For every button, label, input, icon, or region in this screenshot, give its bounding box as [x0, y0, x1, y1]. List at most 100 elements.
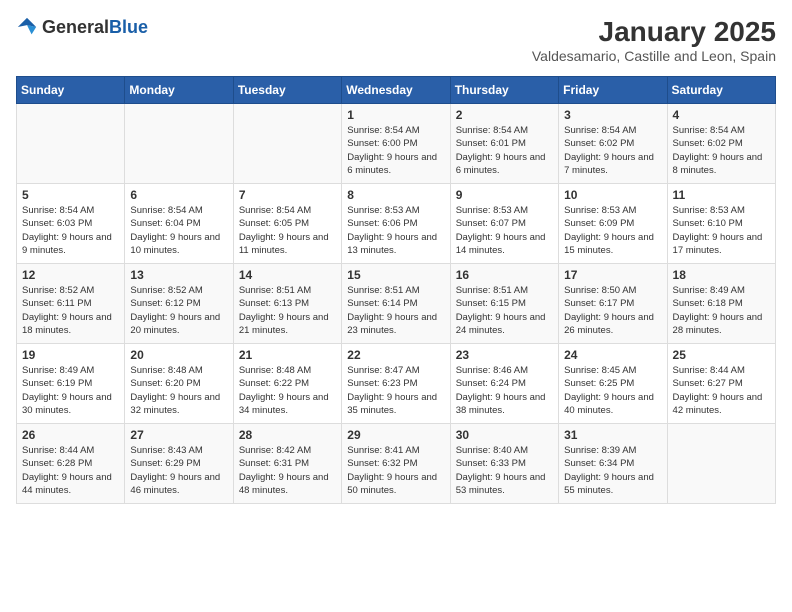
calendar-container: GeneralBlue January 2025 Valdesamario, C… [16, 16, 776, 504]
day-number: 3 [564, 108, 661, 122]
calendar-cell-17: 14Sunrise: 8:51 AM Sunset: 6:13 PM Dayli… [233, 264, 341, 344]
location-title: Valdesamario, Castille and Leon, Spain [532, 48, 776, 64]
calendar-cell-21: 18 Sunrise: 8:49 AM Sunset: 6:18 PM Dayli… [667, 264, 775, 344]
day-number: 15 [347, 268, 444, 282]
day-number: 4 [673, 108, 770, 122]
calendar-cell-3 [233, 104, 341, 184]
day-info: Sunrise: 8:49 AM Sunset: 6:18 PM Dayligh… [673, 284, 770, 337]
day-info: Sunrise: 8:54 AM Sunset: 6:02 PM Dayligh… [564, 124, 661, 177]
calendar-cell-11: 8Sunrise: 8:53 AM Sunset: 6:06 PM Daylig… [342, 184, 450, 264]
weekday-header-saturday: Saturday [667, 77, 775, 104]
calendar-body: 1Sunrise: 8:54 AM Sunset: 6:00 PM Daylig… [17, 104, 776, 504]
header: GeneralBlue January 2025 Valdesamario, C… [16, 16, 776, 64]
day-number: 31 [564, 428, 661, 442]
day-number: 9 [456, 188, 553, 202]
day-number: 30 [456, 428, 553, 442]
calendar-cell-26: 23 Sunrise: 8:46 AM Sunset: 6:24 PM Dayli… [450, 344, 558, 424]
day-info: Sunrise: 8:42 AM Sunset: 6:31 PM Dayligh… [239, 444, 336, 497]
day-info: Sunrise: 8:50 AM Sunset: 6:17 PM Dayligh… [564, 284, 661, 337]
calendar-cell-19: 16 Sunrise: 8:51 AM Sunset: 6:15 PM Dayli… [450, 264, 558, 344]
calendar-cell-22: 19 Sunrise: 8:49 AM Sunset: 6:19 PM Dayli… [17, 344, 125, 424]
calendar-cell-27: 24 Sunrise: 8:45 AM Sunset: 6:25 PM Dayli… [559, 344, 667, 424]
day-info: Sunrise: 8:52 AM Sunset: 6:11 PM Dayligh… [22, 284, 119, 337]
calendar-cell-31: 28 Sunrise: 8:42 AM Sunset: 6:31 PM Dayli… [233, 424, 341, 504]
calendar-week-2: 5 Sunrise: 8:54 AM Sunset: 6:03 PM Daylig… [17, 184, 776, 264]
calendar-cell-29: 26Sunrise: 8:44 AM Sunset: 6:28 PM Dayli… [17, 424, 125, 504]
day-info: Sunrise: 8:52 AM Sunset: 6:12 PM Dayligh… [130, 284, 227, 337]
calendar-cell-7: 4 Sunrise: 8:54 AM Sunset: 6:02 PM Daylig… [667, 104, 775, 184]
calendar-week-5: 26Sunrise: 8:44 AM Sunset: 6:28 PM Dayli… [17, 424, 776, 504]
calendar-cell-13: 10 Sunrise: 8:53 AM Sunset: 6:09 PM Dayli… [559, 184, 667, 264]
day-info: Sunrise: 8:46 AM Sunset: 6:24 PM Dayligh… [456, 364, 553, 417]
day-info: Sunrise: 8:41 AM Sunset: 6:32 PM Dayligh… [347, 444, 444, 497]
calendar-week-4: 19 Sunrise: 8:49 AM Sunset: 6:19 PM Dayli… [17, 344, 776, 424]
calendar-cell-15: 12Sunrise: 8:52 AM Sunset: 6:11 PM Dayli… [17, 264, 125, 344]
day-number: 6 [130, 188, 227, 202]
day-number: 10 [564, 188, 661, 202]
day-info: Sunrise: 8:51 AM Sunset: 6:14 PM Dayligh… [347, 284, 444, 337]
logo-text: GeneralBlue [42, 17, 148, 38]
day-number: 18 [673, 268, 770, 282]
day-number: 16 [456, 268, 553, 282]
day-number: 22 [347, 348, 444, 362]
calendar-cell-33: 30 Sunrise: 8:40 AM Sunset: 6:33 PM Dayli… [450, 424, 558, 504]
day-info: Sunrise: 8:54 AM Sunset: 6:04 PM Dayligh… [130, 204, 227, 257]
calendar-cell-32: 29 Sunrise: 8:41 AM Sunset: 6:32 PM Dayli… [342, 424, 450, 504]
weekday-header-wednesday: Wednesday [342, 77, 450, 104]
weekday-header-friday: Friday [559, 77, 667, 104]
weekday-header-tuesday: Tuesday [233, 77, 341, 104]
calendar-cell-1 [17, 104, 125, 184]
day-info: Sunrise: 8:54 AM Sunset: 6:02 PM Dayligh… [673, 124, 770, 177]
day-number: 24 [564, 348, 661, 362]
logo-icon [16, 16, 38, 38]
day-info: Sunrise: 8:51 AM Sunset: 6:15 PM Dayligh… [456, 284, 553, 337]
calendar-cell-35 [667, 424, 775, 504]
day-info: Sunrise: 8:40 AM Sunset: 6:33 PM Dayligh… [456, 444, 553, 497]
calendar-cell-6: 3 Sunrise: 8:54 AM Sunset: 6:02 PM Daylig… [559, 104, 667, 184]
day-info: Sunrise: 8:53 AM Sunset: 6:09 PM Dayligh… [564, 204, 661, 257]
day-number: 17 [564, 268, 661, 282]
calendar-cell-25: 22Sunrise: 8:47 AM Sunset: 6:23 PM Dayli… [342, 344, 450, 424]
day-info: Sunrise: 8:45 AM Sunset: 6:25 PM Dayligh… [564, 364, 661, 417]
day-number: 20 [130, 348, 227, 362]
calendar-cell-2 [125, 104, 233, 184]
weekday-header-row: SundayMondayTuesdayWednesdayThursdayFrid… [17, 77, 776, 104]
day-info: Sunrise: 8:48 AM Sunset: 6:22 PM Dayligh… [239, 364, 336, 417]
day-info: Sunrise: 8:48 AM Sunset: 6:20 PM Dayligh… [130, 364, 227, 417]
day-info: Sunrise: 8:44 AM Sunset: 6:27 PM Dayligh… [673, 364, 770, 417]
day-number: 23 [456, 348, 553, 362]
weekday-header-monday: Monday [125, 77, 233, 104]
day-number: 29 [347, 428, 444, 442]
day-number: 26 [22, 428, 119, 442]
day-number: 5 [22, 188, 119, 202]
calendar-cell-9: 6 Sunrise: 8:54 AM Sunset: 6:04 PM Daylig… [125, 184, 233, 264]
day-number: 25 [673, 348, 770, 362]
calendar-table: SundayMondayTuesdayWednesdayThursdayFrid… [16, 76, 776, 504]
day-info: Sunrise: 8:54 AM Sunset: 6:03 PM Dayligh… [22, 204, 119, 257]
calendar-header: SundayMondayTuesdayWednesdayThursdayFrid… [17, 77, 776, 104]
day-number: 1 [347, 108, 444, 122]
day-number: 28 [239, 428, 336, 442]
calendar-week-1: 1Sunrise: 8:54 AM Sunset: 6:00 PM Daylig… [17, 104, 776, 184]
day-number: 13 [130, 268, 227, 282]
calendar-cell-24: 21Sunrise: 8:48 AM Sunset: 6:22 PM Dayli… [233, 344, 341, 424]
day-info: Sunrise: 8:39 AM Sunset: 6:34 PM Dayligh… [564, 444, 661, 497]
calendar-cell-20: 17 Sunrise: 8:50 AM Sunset: 6:17 PM Dayli… [559, 264, 667, 344]
calendar-cell-30: 27Sunrise: 8:43 AM Sunset: 6:29 PM Dayli… [125, 424, 233, 504]
calendar-cell-8: 5 Sunrise: 8:54 AM Sunset: 6:03 PM Daylig… [17, 184, 125, 264]
weekday-header-sunday: Sunday [17, 77, 125, 104]
calendar-cell-5: 2 Sunrise: 8:54 AM Sunset: 6:01 PM Daylig… [450, 104, 558, 184]
calendar-cell-34: 31 Sunrise: 8:39 AM Sunset: 6:34 PM Dayli… [559, 424, 667, 504]
day-number: 19 [22, 348, 119, 362]
day-info: Sunrise: 8:53 AM Sunset: 6:10 PM Dayligh… [673, 204, 770, 257]
day-number: 2 [456, 108, 553, 122]
calendar-cell-16: 13 Sunrise: 8:52 AM Sunset: 6:12 PM Dayli… [125, 264, 233, 344]
calendar-cell-12: 9Sunrise: 8:53 AM Sunset: 6:07 PM Daylig… [450, 184, 558, 264]
calendar-cell-10: 7Sunrise: 8:54 AM Sunset: 6:05 PM Daylig… [233, 184, 341, 264]
day-info: Sunrise: 8:54 AM Sunset: 6:01 PM Dayligh… [456, 124, 553, 177]
day-number: 11 [673, 188, 770, 202]
title-area: January 2025 Valdesamario, Castille and … [532, 16, 776, 64]
day-info: Sunrise: 8:51 AM Sunset: 6:13 PM Dayligh… [239, 284, 336, 337]
day-info: Sunrise: 8:54 AM Sunset: 6:05 PM Dayligh… [239, 204, 336, 257]
day-info: Sunrise: 8:49 AM Sunset: 6:19 PM Dayligh… [22, 364, 119, 417]
